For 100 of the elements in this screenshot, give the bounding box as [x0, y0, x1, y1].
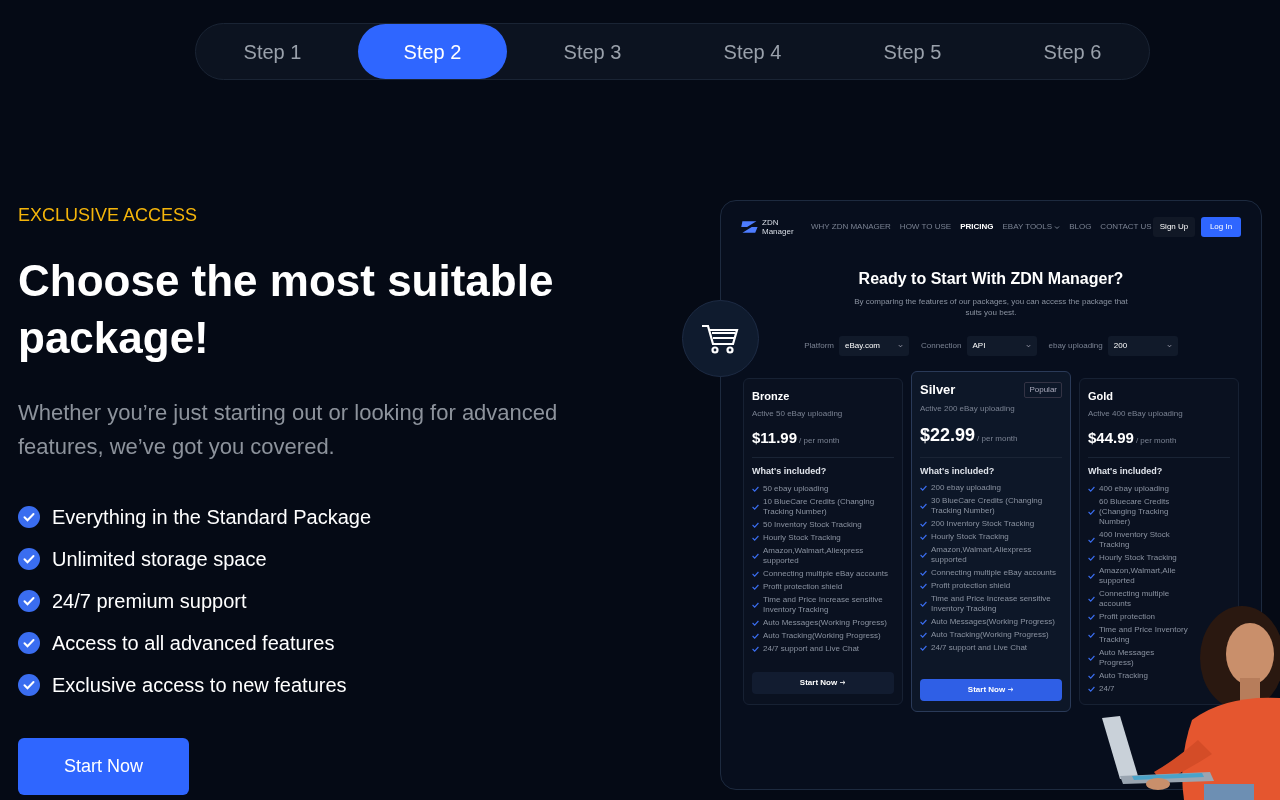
logo-text: ZDN Manager — [762, 218, 795, 236]
check-icon — [18, 548, 40, 570]
caret-icon — [1166, 344, 1172, 348]
plan-price: $11.99 — [752, 427, 798, 448]
select-field[interactable]: API — [966, 336, 1037, 356]
nav-link[interactable]: EBAY TOOLS — [1002, 221, 1061, 233]
caret-icon — [898, 344, 903, 348]
popular-badge: Popular — [1024, 381, 1062, 398]
plan-feature: 400 ebay uploading — [1099, 483, 1169, 494]
check-icon — [752, 552, 759, 559]
plan-feature: 50 ebay uploading — [763, 483, 829, 494]
plan-feature: Auto Tracking(Working Progress) — [931, 630, 1049, 640]
price-period: / per month — [1135, 434, 1177, 447]
plan-feature: Profit protection — [1099, 611, 1156, 622]
feature-text: Unlimited storage space — [52, 547, 267, 572]
plan-name: Silver — [920, 381, 956, 399]
nav-link[interactable]: BLOG — [1069, 221, 1092, 233]
preview-description: By comparing the features of our packages, you can access the package that suits you best. — [853, 296, 1129, 318]
check-icon — [1088, 631, 1095, 638]
filter-label: Connection — [921, 340, 962, 352]
plan-subtitle: Active 400 eBay uploading — [1088, 407, 1184, 420]
check-icon — [18, 632, 40, 654]
feature-text: Exclusive access to new features — [52, 673, 347, 698]
check-icon — [18, 506, 40, 528]
plan-name: Bronze — [752, 389, 790, 404]
plan-feature: Profit protection shield — [931, 581, 1011, 591]
nav-link[interactable]: PRICING — [960, 221, 994, 233]
plan-feature: Time and Price Increase sensitive Inventory Tracking — [763, 594, 884, 615]
check-icon — [920, 485, 927, 491]
included-heading: What's included? — [1088, 465, 1164, 478]
select-field[interactable]: 200 — [1107, 336, 1178, 356]
check-icon — [1088, 536, 1095, 543]
plan-feature: Auto Messages(Working Progress) — [763, 617, 887, 628]
nav-link[interactable]: HOW TO USE — [899, 221, 952, 233]
plan-feature: Connecting multiple eBay accounts — [763, 568, 888, 579]
preview-heading: Ready to Start With ZDN Manager? — [858, 269, 1124, 289]
logo-icon — [741, 220, 759, 234]
hero-heading: Choose the most suitable package! — [18, 255, 555, 364]
plan-feature: Hourly Stock Tracking — [1099, 552, 1177, 563]
plan-feature: Hourly Stock Tracking — [763, 532, 841, 543]
plan-feature: Amazon,Walmart,Aliexpress supported — [763, 545, 865, 566]
plan-feature: 200 ebay uploading — [931, 483, 1001, 493]
plan-feature: 50 Inventory Stock Tracking — [763, 519, 862, 530]
plan-feature: Auto Tracking(Working Progress) — [763, 630, 881, 641]
step-tab[interactable]: Step 3 — [518, 24, 667, 79]
plan-price: $44.99 — [1088, 427, 1134, 448]
start-now-button[interactable]: Start Now — [920, 678, 1062, 701]
price-period: / per month — [977, 432, 1018, 445]
plan-feature: Connecting multiple eBay accounts — [931, 568, 1056, 578]
plan-feature: 400 Inventory Stock Tracking — [1099, 529, 1171, 550]
plan-feature: 24/7 — [1099, 683, 1115, 694]
sign-up-button[interactable]: Sign Up — [1153, 217, 1195, 237]
plan-feature: Amazon,Walmart,Alie supported — [1099, 565, 1177, 586]
nav-link[interactable]: CONTACT US — [1100, 221, 1152, 233]
plan-feature: Profit protection shield — [763, 581, 843, 592]
plan-feature: 24/7 support and Live Chat — [763, 643, 860, 654]
check-icon — [920, 552, 927, 558]
plan-subtitle: Active 50 eBay uploading — [752, 407, 844, 420]
feature-text: 24/7 premium support — [52, 589, 247, 614]
step-tab[interactable]: Step 5 — [838, 24, 987, 79]
check-icon — [752, 485, 759, 492]
arrow-icon — [1008, 687, 1015, 692]
plan-feature: 24/7 support and Live Chat — [931, 643, 1028, 653]
start-now-button[interactable]: Start Now — [18, 738, 189, 795]
feature-text: Everything in the Standard Package — [52, 505, 372, 530]
step-tab[interactable]: Step 4 — [678, 24, 827, 79]
plan-feature: Connecting multiple accounts — [1099, 588, 1171, 609]
caret-icon — [1025, 344, 1031, 348]
check-icon — [920, 503, 927, 509]
check-icon — [920, 601, 927, 607]
check-icon — [752, 503, 759, 510]
step-tab[interactable]: Step 2 — [358, 24, 507, 79]
log-in-button[interactable]: Log In — [1201, 217, 1241, 237]
select-field[interactable]: eBay.com — [839, 336, 909, 356]
plan-feature: 60 Bluecare Credits (Changing Tracking Number) — [1099, 496, 1171, 527]
step-tab[interactable]: Step 1 — [198, 24, 347, 79]
arrow-icon — [840, 680, 847, 685]
price-period: / per month — [799, 434, 840, 447]
check-icon — [1088, 485, 1095, 492]
feature-text: Access to all advanced features — [52, 631, 335, 656]
plan-feature: Time and Price Increase sensitive Inventory Tracking — [931, 594, 1052, 614]
plan-feature: Amazon,Walmart,Aliexpress supported — [931, 545, 1033, 565]
included-heading: What's included? — [752, 465, 828, 478]
plan-feature: Auto Messages(Working Progress) — [931, 617, 1055, 627]
check-icon — [1088, 508, 1095, 515]
check-icon — [18, 674, 40, 696]
check-icon — [1088, 654, 1095, 661]
plan-feature: 30 BlueCare Credits (Changing Tracking Number) — [931, 496, 1044, 516]
plan-feature: 200 Inventory Stock Tracking — [931, 519, 1035, 529]
hero-description: Whether you’re just starting out or looking for advanced features, we’ve got you covered. — [18, 399, 559, 461]
check-icon — [752, 601, 759, 608]
step-tab[interactable]: Step 6 — [998, 24, 1147, 79]
check-icon — [1088, 613, 1095, 620]
check-icon — [1088, 595, 1095, 602]
check-icon — [1088, 572, 1095, 579]
nav-link[interactable]: WHY ZDN MANAGER — [811, 221, 891, 233]
plan-feature: Time and Price Inventory Tracking — [1099, 624, 1189, 645]
plan-subtitle: Active 200 eBay uploading — [920, 402, 1016, 415]
included-heading: What's included? — [920, 464, 996, 478]
start-now-button[interactable]: Start Now — [752, 671, 894, 694]
